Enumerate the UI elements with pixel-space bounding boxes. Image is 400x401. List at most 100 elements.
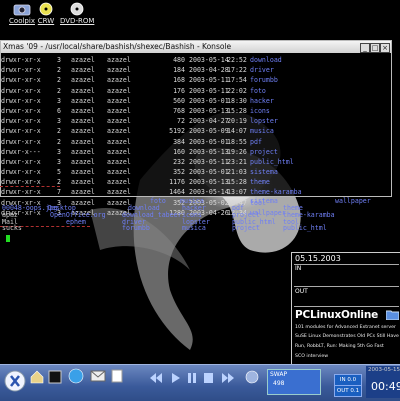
ls-perm: drwxr-xr-x bbox=[1, 106, 41, 115]
terminal-line: drwxr-xr-x 3 azazel azazel 480 2003-05-14 22:5… bbox=[1, 55, 391, 65]
terminal-line: drwxr-xr-x 5 azazel azazel 352 2003-05-01 21:0… bbox=[1, 167, 391, 177]
ls-user: azazel bbox=[71, 127, 95, 136]
ls-size: 72 bbox=[177, 117, 185, 126]
ls-user: azazel bbox=[71, 137, 95, 146]
ls-time: 21:03 bbox=[227, 168, 247, 177]
ls-group: azazel bbox=[107, 147, 131, 156]
ls-perm: drwxr-xr-x bbox=[1, 86, 41, 95]
ls-n: 3 bbox=[57, 96, 61, 105]
ls-group: azazel bbox=[107, 188, 131, 197]
ls-time: 20:19 bbox=[227, 117, 247, 126]
ls-user: azazel bbox=[71, 117, 95, 126]
ls-n: 5 bbox=[57, 168, 61, 177]
ls-n: 3 bbox=[57, 56, 61, 64]
ls-date: 2003-04-28 bbox=[189, 66, 229, 75]
maximize-button[interactable]: □ bbox=[370, 43, 380, 53]
ls-date: 2003-05-11 bbox=[189, 86, 229, 95]
news-item[interactable]: 101 modules for Advanced Extranet server bbox=[295, 325, 396, 330]
home-icon[interactable] bbox=[30, 370, 44, 384]
news-item[interactable]: SuSE Linux Demonstrates Old PCs Still Ha… bbox=[295, 334, 399, 339]
terminal-line: drwxr-xr-x 3 azazel azazel 232 2003-05-11 23:2… bbox=[1, 157, 391, 167]
ls-time: 18:55 bbox=[227, 137, 247, 146]
ls-n: 7 bbox=[57, 188, 61, 197]
ls-n: 6 bbox=[57, 106, 61, 115]
ls-size: 168 bbox=[173, 76, 185, 85]
ls-date: 2003-05-01 bbox=[189, 137, 229, 146]
media-controls-icon[interactable] bbox=[148, 372, 238, 384]
site-title[interactable]: PCLinuxOnline bbox=[295, 309, 378, 321]
ls-n: 3 bbox=[57, 157, 61, 166]
net-out-indicator: OUT 0.1 bbox=[334, 385, 362, 397]
ls-time: 23:21 bbox=[227, 157, 247, 166]
window-titlebar[interactable]: Xmas '09 - /usr/local/share/bashish/shex… bbox=[1, 41, 391, 53]
ls-user: azazel bbox=[71, 86, 95, 95]
ls-name: sistema bbox=[250, 168, 278, 177]
eject-icon[interactable] bbox=[245, 370, 259, 384]
news-item[interactable]: SCO interview bbox=[295, 354, 328, 359]
terminal-line: drwxr-xr-x 3 azazel azazel 72 2003-04-27 20:19… bbox=[1, 116, 391, 126]
ls-user: azazel bbox=[71, 96, 95, 105]
ls-n: 2 bbox=[57, 76, 61, 85]
ls-date: 2003-05-09 bbox=[189, 127, 229, 136]
system-monitor[interactable]: SWAP 498 bbox=[267, 369, 321, 395]
ls-name: lopster bbox=[250, 117, 278, 126]
ls-date: 2003-05-01 bbox=[189, 96, 229, 105]
ls-name: theme bbox=[250, 178, 270, 187]
ls-group: azazel bbox=[107, 137, 131, 146]
ls-size: 176 bbox=[173, 86, 185, 95]
ls-n: 3 bbox=[57, 147, 61, 156]
ls-size: 768 bbox=[173, 106, 185, 115]
ls-entry: wallpaper bbox=[335, 197, 371, 205]
terminal-line: drwxr-xr-x 2 azazel azazel 384 2003-05-01 18:5… bbox=[1, 137, 391, 147]
ls-time: 22:02 bbox=[227, 86, 247, 95]
konsole-window[interactable]: Xmas '09 - /usr/local/share/bashish/shex… bbox=[0, 40, 392, 217]
ls-size: 1176 bbox=[169, 178, 185, 187]
ls-group: azazel bbox=[107, 168, 131, 177]
ls-date: 2003-05-13 bbox=[189, 178, 229, 187]
ls-time: 15:28 bbox=[227, 106, 247, 115]
ls-n: 2 bbox=[57, 137, 61, 146]
ls-time: 13:07 bbox=[227, 188, 247, 197]
ls-time: 17:54 bbox=[227, 76, 247, 85]
ls-size: 160 bbox=[173, 147, 185, 156]
ls-time: 17:22 bbox=[227, 66, 247, 75]
terminal-line: drwxr-xr-x 6 azazel azazel 768 2003-05-13 15:2… bbox=[1, 106, 391, 116]
ls-entry: project bbox=[232, 224, 260, 232]
ls-time: 18:30 bbox=[227, 96, 247, 105]
close-button[interactable]: × bbox=[380, 43, 390, 53]
desktop-icon-dvd-rom[interactable]: DVD-ROM bbox=[60, 2, 94, 25]
ls-size: 352 bbox=[173, 168, 185, 177]
terminal-line: drwxr-x--- 3 azazel azazel 160 2003-05-13 19:2… bbox=[1, 147, 391, 157]
ls-date: 2003-05-13 bbox=[189, 106, 229, 115]
ls-size: 384 bbox=[173, 137, 185, 146]
clock-date: 2003-05-15 bbox=[368, 367, 400, 373]
ls-group: azazel bbox=[107, 127, 131, 136]
minimize-button[interactable]: _ bbox=[360, 43, 370, 53]
ls-perm: drwxr-xr-x bbox=[1, 168, 41, 177]
desktop-icon-crw[interactable]: CRW bbox=[31, 2, 61, 25]
editor-icon[interactable] bbox=[110, 369, 124, 383]
ls-user: azazel bbox=[71, 147, 95, 156]
ls-n: 2 bbox=[57, 86, 61, 95]
ls-date: 2003-05-11 bbox=[189, 76, 229, 85]
swap-label: SWAP bbox=[270, 371, 288, 378]
ls-perm: drwxr-xr-x bbox=[1, 137, 41, 146]
browser-icon[interactable] bbox=[68, 368, 84, 384]
mail-icon[interactable] bbox=[90, 370, 106, 382]
clock[interactable]: 2003-05-15 00:49 bbox=[366, 366, 400, 398]
ls-time: 19:26 bbox=[227, 147, 247, 156]
ls-date: 2003-05-01 bbox=[189, 168, 229, 177]
dvd-icon bbox=[70, 2, 84, 16]
ls-entry: ephem bbox=[66, 218, 86, 226]
panel-date: 05.15.2003 bbox=[295, 254, 341, 263]
ls-date: 2003-05-11 bbox=[189, 157, 229, 166]
ls-name: pdf bbox=[250, 137, 262, 146]
terminal-output[interactable]: drwxr-xr-x 3 azazel azazel 480 2003-05-14 22:5… bbox=[1, 53, 391, 218]
ls-name: public_html bbox=[250, 157, 294, 166]
news-item[interactable]: Run, RobbLT, Run: Making 5th Go Fast bbox=[295, 344, 384, 349]
kmenu-icon[interactable] bbox=[3, 366, 27, 396]
ls-name: hacker bbox=[250, 96, 274, 105]
panel-out-label: OUT bbox=[295, 288, 308, 295]
terminal-icon[interactable] bbox=[48, 370, 62, 384]
ls-user: azazel bbox=[71, 76, 95, 85]
